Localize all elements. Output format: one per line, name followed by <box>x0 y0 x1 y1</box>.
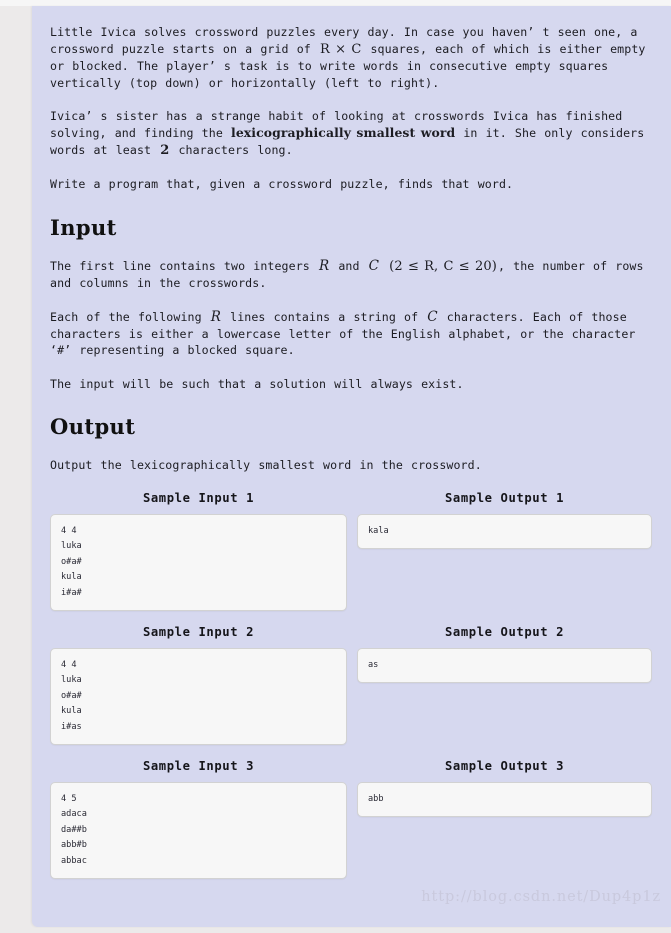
paragraph-output-desc: Output the lexicographically smallest wo… <box>50 457 657 474</box>
sample-output-title: Sample Output 1 <box>444 490 565 505</box>
emphasis-lexicographically-smallest-word: lexicographically smallest word <box>231 124 456 140</box>
sample-output-column: Sample Output 1 kala <box>357 491 652 611</box>
sample-input-column: Sample Input 1 4 4 luka o#a# kula i#a# <box>50 491 347 611</box>
sample-output-title: Sample Output 2 <box>444 624 565 639</box>
sample-row: Sample Input 2 4 4 luka o#a# kula i#as S… <box>50 625 657 745</box>
paragraph-text: The first line contains two integers <box>50 258 318 273</box>
sample-input-column: Sample Input 3 4 5 adaca da##b abb#b abb… <box>50 759 347 879</box>
sample-row: Sample Input 1 4 4 luka o#a# kula i#a# S… <box>50 491 657 611</box>
sample-output-column: Sample Output 2 as <box>357 625 652 745</box>
paragraph-text: Output the lexicographically smallest wo… <box>50 458 482 473</box>
sample-input-box[interactable]: 4 4 luka o#a# kula i#a# <box>50 513 347 611</box>
paragraph-input-rows: Each of the following R lines contains a… <box>50 309 657 359</box>
math-variable-c: C <box>427 308 438 325</box>
section-heading-output: Output <box>50 414 136 440</box>
problem-statement-panel: Little Ivica solves crossword puzzles ev… <box>32 6 671 927</box>
paragraph-input-guarantee: The input will be such that a solution w… <box>50 376 657 393</box>
sample-input-box[interactable]: 4 5 adaca da##b abb#b abbac <box>50 781 347 879</box>
math-variable-r: R <box>210 308 222 325</box>
paragraph-text: The input will be such that a solution w… <box>50 376 464 391</box>
sample-output-box[interactable]: kala <box>357 513 652 549</box>
math-variable-c: C <box>368 257 380 274</box>
math-grid-dimensions: R × C <box>319 41 362 57</box>
paragraph-text: characters long. <box>170 142 293 157</box>
sample-input-box[interactable]: 4 4 luka o#a# kula i#as <box>50 647 347 745</box>
sample-input-title: Sample Input 1 <box>142 490 255 505</box>
sample-output-column: Sample Output 3 abb <box>357 759 652 879</box>
sample-output-title: Sample Output 3 <box>444 758 565 773</box>
paragraph-task: Write a program that, given a crossword … <box>50 176 657 193</box>
page-root: Little Ivica solves crossword puzzles ev… <box>0 0 671 933</box>
math-constraint-range: (2 ≤ R, C ≤ 20) <box>389 258 497 274</box>
sample-output-box[interactable]: abb <box>357 781 652 817</box>
math-min-word-length: 2 <box>160 142 170 158</box>
paragraph-text: Write a program that, given a crossword … <box>50 177 514 192</box>
section-heading-input: Input <box>50 214 117 240</box>
sample-output-box[interactable]: as <box>357 647 652 683</box>
math-variable-r: R <box>318 257 330 274</box>
sample-input-title: Sample Input 2 <box>142 624 255 639</box>
paragraph-input-first-line: The first line contains two integers R a… <box>50 258 657 292</box>
sample-input-column: Sample Input 2 4 4 luka o#a# kula i#as <box>50 625 347 745</box>
paragraph-text: lines contains a string of <box>222 309 427 324</box>
paragraph-intro: Little Ivica solves crossword puzzles ev… <box>50 24 657 91</box>
watermark-url: http://blog.csdn.net/Dup4p1z <box>421 889 661 905</box>
paragraph-sister: Ivica’ s sister has a strange habit of l… <box>50 108 657 159</box>
sample-input-title: Sample Input 3 <box>142 758 255 773</box>
paragraph-text <box>380 259 388 273</box>
problem-content: Little Ivica solves crossword puzzles ev… <box>32 6 671 889</box>
paragraph-text: and <box>330 258 368 273</box>
sample-row: Sample Input 3 4 5 adaca da##b abb#b abb… <box>50 759 657 879</box>
paragraph-text: Each of the following <box>50 309 210 324</box>
